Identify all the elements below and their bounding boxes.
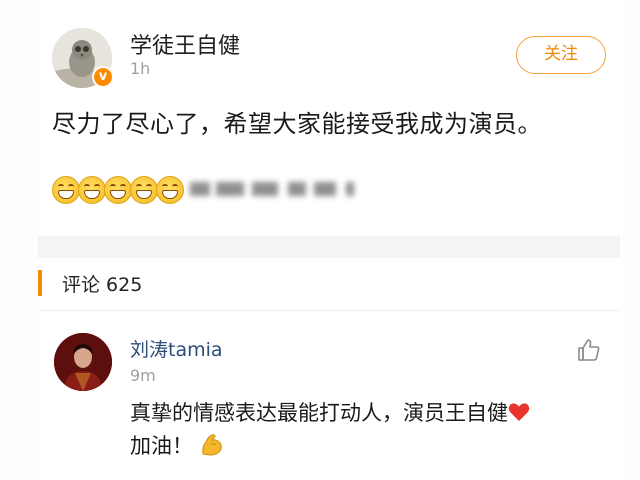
right-margin	[622, 0, 640, 480]
post-timestamp: 1h	[130, 59, 151, 78]
comments-header: 评论 625	[38, 258, 620, 311]
comment-text-line2: 加油！	[130, 434, 193, 458]
grinning-emoji-icon	[78, 176, 106, 204]
commenter-name[interactable]: 刘涛tamia	[130, 335, 223, 362]
left-margin	[0, 0, 38, 480]
accent-bar	[38, 270, 42, 296]
post-card: v 学徒王自健 1h 关注 尽力了尽心了，希望大家能接受我成为演员。	[38, 8, 620, 236]
comment-text: 真挚的情感表达最能打动人，演员王自健 加油！	[130, 397, 614, 463]
blurred-content	[216, 182, 244, 196]
blurred-content	[288, 182, 306, 196]
comments-count-label[interactable]: 评论 625	[62, 270, 142, 297]
blurred-content	[314, 182, 336, 196]
muscle-icon	[202, 434, 222, 456]
follow-button[interactable]: 关注	[516, 36, 606, 74]
person-avatar-image	[54, 333, 112, 391]
grinning-emoji-icon	[130, 176, 158, 204]
verified-badge-icon: v	[92, 66, 114, 88]
author-name[interactable]: 学徒王自健	[130, 28, 240, 60]
section-divider	[38, 236, 620, 258]
thumbs-up-icon[interactable]	[576, 337, 602, 363]
post-content: 尽力了尽心了，希望大家能接受我成为演员。	[52, 110, 542, 138]
grinning-emoji-icon	[156, 176, 184, 204]
commenter-avatar[interactable]	[54, 333, 112, 391]
comment-item: 刘涛tamia 9m 真挚的情感表达最能打动人，演员王自健 加油！	[38, 311, 620, 480]
grinning-emoji-icon	[52, 176, 80, 204]
comment-timestamp: 9m	[130, 366, 156, 385]
blurred-content	[252, 182, 278, 196]
blurred-content	[190, 182, 210, 196]
grinning-emoji-icon	[104, 176, 132, 204]
heart-icon	[508, 403, 530, 421]
comment-text-line1: 真挚的情感表达最能打动人，演员王自健	[130, 401, 508, 425]
blurred-content	[346, 182, 354, 196]
